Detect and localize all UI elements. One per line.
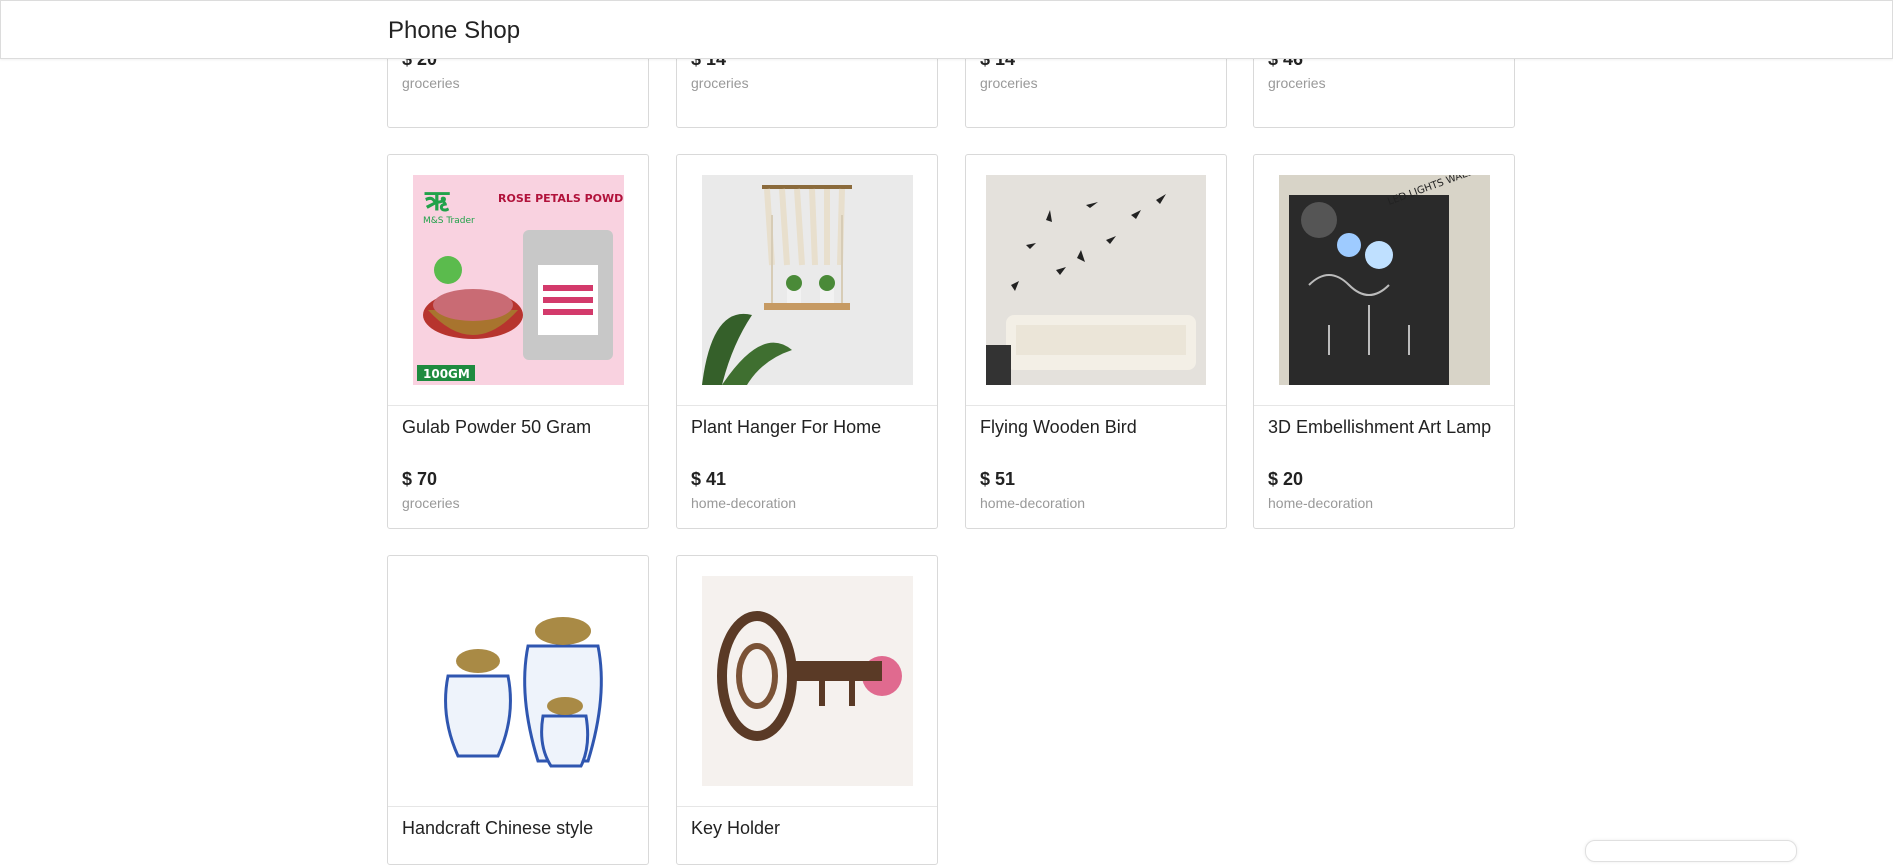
product-name[interactable]: Gulab Powder 50 Gram xyxy=(402,417,591,438)
product-card[interactable]: LED LIGHTS WALL LAMP 3D Embellishment Ar… xyxy=(1253,154,1515,529)
product-category: groceries xyxy=(1268,75,1326,91)
product-card[interactable]: ऋ M&S Trader ROSE PETALS POWDER 100GM Gu… xyxy=(387,154,649,529)
product-name[interactable]: 3D Embellishment Art Lamp xyxy=(1268,417,1491,438)
plant-hanger-image xyxy=(702,175,913,385)
image-text-brand: M&S Trader xyxy=(423,216,475,226)
product-image-frame: ऋ M&S Trader ROSE PETALS POWDER 100GM xyxy=(388,155,648,406)
product-category: groceries xyxy=(402,495,460,511)
product-name[interactable]: Plant Hanger For Home xyxy=(691,417,881,438)
product-name[interactable]: Handcraft Chinese style xyxy=(402,818,593,839)
product-grid: $ 20 groceries $ 14 groceries $ 14 groce… xyxy=(0,0,1893,865)
image-text-weight: 100GM xyxy=(423,367,470,381)
product-price: $ 51 xyxy=(980,469,1016,489)
product-price: $ 20 xyxy=(1268,469,1304,489)
product-name[interactable]: Flying Wooden Bird xyxy=(980,417,1137,438)
product-image-frame xyxy=(966,155,1226,406)
product-price: $ 41 xyxy=(691,469,727,489)
product-image-frame xyxy=(677,556,937,807)
product-card[interactable]: Key Holder xyxy=(676,555,938,865)
svg-text:ऋ: ऋ xyxy=(424,184,450,217)
product-card[interactable]: Handcraft Chinese style xyxy=(387,555,649,865)
floating-widget[interactable] xyxy=(1585,840,1797,862)
flying-birds-image xyxy=(986,175,1206,385)
product-category: home-decoration xyxy=(1268,495,1374,511)
top-navbar: Phone Shop xyxy=(0,0,1893,59)
wall-lamp-image: LED LIGHTS WALL LAMP xyxy=(1279,175,1490,385)
product-price: $ 70 xyxy=(402,469,438,489)
product-name[interactable]: Key Holder xyxy=(691,818,780,839)
product-image-frame: LED LIGHTS WALL LAMP xyxy=(1254,155,1514,406)
key-holder-image xyxy=(702,576,913,786)
product-card[interactable]: Plant Hanger For Home $ 41 home-decorati… xyxy=(676,154,938,529)
product-image-frame xyxy=(388,556,648,807)
product-category: home-decoration xyxy=(980,495,1086,511)
rose-powder-image: ऋ M&S Trader ROSE PETALS POWDER 100GM xyxy=(413,175,624,385)
product-category: home-decoration xyxy=(691,495,797,511)
chinese-jars-image xyxy=(413,576,624,786)
image-text-title: ROSE PETALS POWDER xyxy=(498,192,624,205)
product-category: groceries xyxy=(691,75,749,91)
product-category: groceries xyxy=(980,75,1038,91)
product-category: groceries xyxy=(402,75,460,91)
shop-title[interactable]: Phone Shop xyxy=(388,17,520,45)
product-card[interactable]: Flying Wooden Bird $ 51 home-decoration xyxy=(965,154,1227,529)
product-image-frame xyxy=(677,155,937,406)
